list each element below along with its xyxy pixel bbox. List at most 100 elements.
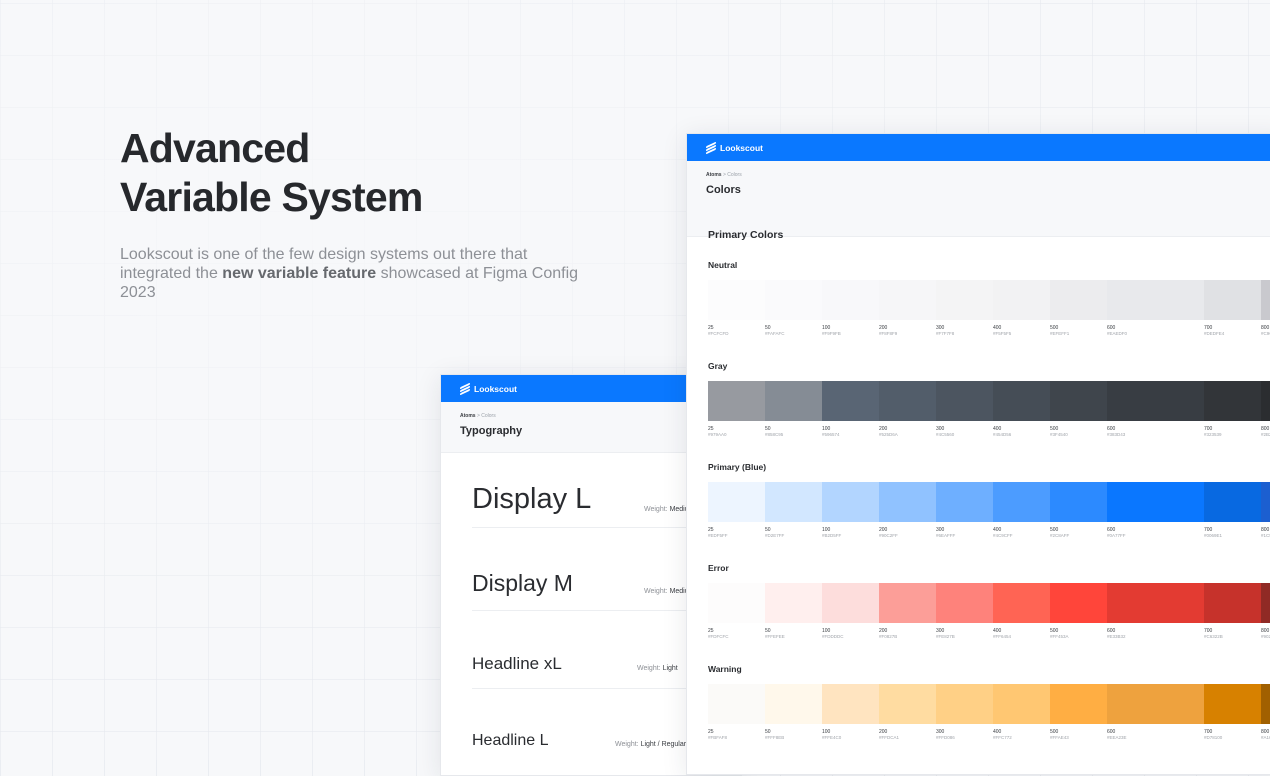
color-swatch[interactable] — [1204, 280, 1261, 320]
color-swatch[interactable] — [1261, 583, 1270, 623]
swatch-hex-value: #FFEFEE — [765, 634, 785, 639]
color-swatch[interactable] — [1204, 482, 1261, 522]
swatch-hex-value: #454D56 — [993, 432, 1012, 437]
hero-description: Lookscout is one of the few design syste… — [120, 245, 590, 302]
swatch-hex-value: #525D6A — [879, 432, 898, 437]
swatch-hex-value: #F5F5F5 — [993, 331, 1012, 336]
color-swatch[interactable] — [1050, 684, 1107, 724]
color-swatch[interactable] — [765, 482, 822, 522]
color-swatch[interactable] — [708, 583, 765, 623]
color-swatch[interactable] — [822, 381, 879, 421]
color-group: Warning 25 #FBFAF8 50 #FFF8EB 100 #FFE4C0 200 #F… — [708, 664, 1270, 740]
color-swatch[interactable] — [822, 280, 879, 320]
color-swatch[interactable] — [936, 684, 993, 724]
swatch-hex-value: #F9F9FB — [822, 331, 841, 336]
color-swatch[interactable] — [993, 381, 1050, 421]
color-swatch[interactable] — [1050, 482, 1107, 522]
swatch-hex-value: #A16000 — [1261, 735, 1270, 740]
swatch-hex-value: #FFE4C0 — [822, 735, 842, 740]
color-swatch[interactable] — [1261, 482, 1270, 522]
color-swatch[interactable] — [1050, 381, 1107, 421]
color-swatch[interactable] — [1107, 684, 1204, 724]
swatch-hex-value: #FDDDDC — [822, 634, 844, 639]
weight-label: Weight: — [615, 741, 639, 748]
swatch-hex-value: #FFD086 — [936, 735, 955, 740]
color-swatch[interactable] — [993, 482, 1050, 522]
color-swatch[interactable] — [936, 280, 993, 320]
color-palette: 25 #EDF5FF 50 #D2E7FF 100 #B2D5FF 200 #90C2FF 30… — [708, 482, 1270, 538]
hero-title: Advanced Variable System — [120, 124, 423, 222]
color-swatch[interactable] — [708, 280, 765, 320]
breadcrumb-parent[interactable]: Atoms — [460, 413, 476, 419]
color-swatch[interactable] — [993, 684, 1050, 724]
color-swatch[interactable] — [1050, 280, 1107, 320]
weight-label: Weight: — [637, 665, 661, 672]
color-swatch[interactable] — [879, 381, 936, 421]
color-palette: 25 #FBFAF8 50 #FFF8EB 100 #FFE4C0 200 #FFDCA1 30… — [708, 684, 1270, 740]
swatch-hex-value: #902A25 — [1261, 634, 1270, 639]
color-swatch[interactable] — [1261, 280, 1270, 320]
swatch-hex-value: #4C5560 — [936, 432, 955, 437]
color-group-name: Primary (Blue) — [708, 462, 767, 472]
color-swatch[interactable] — [822, 482, 879, 522]
color-swatch[interactable] — [708, 381, 765, 421]
swatch-hex-value: #0A77FF — [1107, 533, 1126, 538]
color-swatch[interactable] — [1261, 381, 1270, 421]
swatch-hex-value: #F0827B — [879, 634, 898, 639]
swatch-hex-value: #F8F8F9 — [879, 331, 898, 336]
color-swatch[interactable] — [993, 280, 1050, 320]
hero-title-line1: Advanced — [120, 125, 310, 171]
breadcrumb-separator: > — [722, 172, 726, 178]
typography-row-headline-xl: Headline xL Weight: Light — [472, 610, 712, 689]
swatch-hex-value: #D78100 — [1204, 735, 1223, 740]
swatch-hex-value: #2C8AFF — [1050, 533, 1070, 538]
swatch-hex-value: #4C9CFF — [993, 533, 1013, 538]
color-swatch[interactable] — [879, 583, 936, 623]
weight-value: Light — [662, 665, 678, 672]
color-swatch[interactable] — [1050, 583, 1107, 623]
color-swatch[interactable] — [936, 583, 993, 623]
breadcrumb-parent[interactable]: Atoms — [706, 172, 722, 178]
color-swatch[interactable] — [1204, 684, 1261, 724]
color-swatch[interactable] — [765, 583, 822, 623]
type-weight: Weight: Light — [637, 665, 678, 672]
swatch-hex-value: #383D43 — [1107, 432, 1126, 437]
color-swatch[interactable] — [1204, 381, 1261, 421]
color-swatch[interactable] — [936, 482, 993, 522]
swatch-hex-value: #FAFAFC — [765, 331, 785, 336]
type-sample: Headline xL — [472, 654, 562, 673]
color-swatch[interactable] — [765, 381, 822, 421]
color-swatch[interactable] — [993, 583, 1050, 623]
color-swatch[interactable] — [765, 280, 822, 320]
brand-name: Lookscout — [720, 142, 763, 153]
colors-window: Lookscout Atoms > Colors Colors Primary … — [686, 133, 1270, 775]
color-swatch[interactable] — [708, 684, 765, 724]
color-swatch[interactable] — [1204, 583, 1261, 623]
swatch-hex-value: #B2D5FF — [822, 533, 842, 538]
breadcrumb-current: Colors — [481, 413, 496, 419]
color-swatch[interactable] — [879, 280, 936, 320]
color-swatch[interactable] — [822, 684, 879, 724]
color-swatch[interactable] — [822, 583, 879, 623]
color-swatch[interactable] — [765, 684, 822, 724]
color-swatch[interactable] — [1107, 482, 1204, 522]
color-group: Neutral 25 #FCFCFD 50 #FAFAFC 100 #F9F9FB 200 #F… — [708, 260, 1270, 336]
type-weight: Weight: Light / Regular — [615, 741, 686, 748]
typography-row-display-l: Display L Weight: Medium — [472, 457, 712, 528]
color-swatch[interactable] — [1261, 684, 1270, 724]
color-swatch[interactable] — [1107, 583, 1204, 623]
color-swatch[interactable] — [879, 684, 936, 724]
swatch-hex-value: #0069E1 — [1204, 533, 1223, 538]
color-group: Primary (Blue) 25 #EDF5FF 50 #D2E7FF 100 #B2D5… — [708, 462, 1270, 538]
color-group: Error 25 #FDFCFC 50 #FFEFEE 100 #FDDDDC 200 #F08… — [708, 563, 1270, 639]
color-swatch[interactable] — [1107, 280, 1204, 320]
swatch-hex-value: #596574 — [822, 432, 840, 437]
color-swatch[interactable] — [1107, 381, 1204, 421]
color-group-name: Error — [708, 563, 729, 573]
swatch-hex-value: #F7F7F8 — [936, 331, 955, 336]
color-swatch[interactable] — [936, 381, 993, 421]
color-swatch[interactable] — [879, 482, 936, 522]
color-swatch[interactable] — [708, 482, 765, 522]
swatch-hex-value: #EAEDF0 — [1107, 331, 1128, 336]
typography-row-headline-l: Headline L Weight: Light / Regular — [472, 688, 712, 768]
